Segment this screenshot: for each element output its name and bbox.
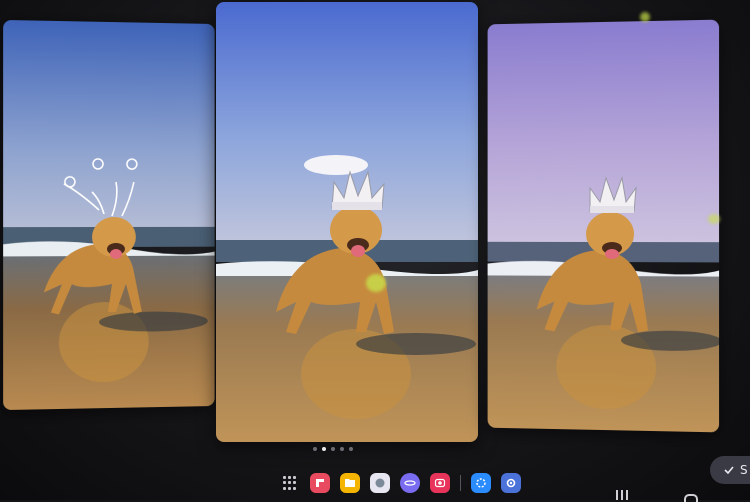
- done-button[interactable]: S: [710, 456, 750, 484]
- files-app-icon[interactable]: [340, 473, 360, 493]
- done-button-label: S: [740, 463, 748, 477]
- settings-app-icon[interactable]: [501, 473, 521, 493]
- dog-photo-sketch: [3, 19, 215, 411]
- page-dot: [331, 447, 335, 451]
- bokeh-light: [708, 214, 720, 224]
- taskbar-dock: [280, 470, 521, 496]
- page-dot: [349, 447, 353, 451]
- generated-crown-card[interactable]: [216, 2, 478, 442]
- sketched-crown-card[interactable]: [3, 19, 215, 411]
- camera-app-icon[interactable]: [430, 473, 450, 493]
- page-dot: [340, 447, 344, 451]
- bokeh-light: [366, 274, 386, 292]
- bokeh-light: [640, 12, 650, 22]
- dock-divider: [460, 475, 461, 491]
- page-dot: [313, 447, 317, 451]
- checkmark-icon: [724, 466, 734, 474]
- messages-app-icon[interactable]: [370, 473, 390, 493]
- generated-crown-alt-card[interactable]: [487, 19, 720, 433]
- bixby-app-icon[interactable]: [471, 473, 491, 493]
- internet-app-icon[interactable]: [400, 473, 420, 493]
- dog-photo-crown: [216, 2, 478, 442]
- home-nav-icon[interactable]: [684, 494, 698, 502]
- app-grid-icon[interactable]: [280, 473, 300, 493]
- flipboard-app-icon[interactable]: [310, 473, 330, 493]
- dog-photo-crown-alt: [487, 19, 720, 433]
- page-indicator: [313, 447, 353, 451]
- recents-nav-icon[interactable]: [616, 490, 628, 500]
- page-dot-active: [322, 447, 326, 451]
